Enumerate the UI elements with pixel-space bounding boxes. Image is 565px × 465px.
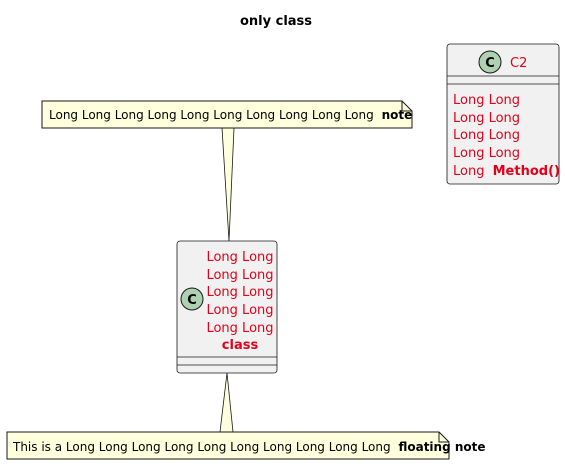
- class-main-name-line: Long Long: [206, 268, 273, 283]
- class-c2-method-bold: Method(): [493, 164, 560, 179]
- class-c2-stereotype-letter: C: [485, 56, 495, 71]
- note-bottom-connector: [219, 372, 234, 433]
- class-main-name-line: Long Long: [206, 250, 273, 265]
- note-bottom-plain: This is a Long Long Long Long Long Long …: [12, 440, 391, 454]
- note-top-connector: [221, 127, 235, 242]
- note-bottom-bold: floating note: [398, 440, 485, 454]
- note-top-plain: Long Long Long Long Long Long Long Long …: [49, 108, 374, 122]
- diagram-title: only class: [240, 14, 312, 29]
- note-bottom-text: This is a Long Long Long Long Long Long …: [12, 440, 486, 454]
- class-c2[interactable]: C C2 Long Long Long Long Long Long Long …: [446, 43, 560, 185]
- note-top-bold: note: [382, 108, 413, 122]
- class-main[interactable]: C Long Long Long Long Long Long Long Lon…: [176, 240, 278, 374]
- class-main-name-bold: class: [222, 338, 259, 353]
- class-c2-method-last: Long Method(): [453, 164, 560, 179]
- class-main-name-line: Long Long: [206, 303, 273, 318]
- note-top[interactable]: Long Long Long Long Long Long Long Long …: [41, 100, 413, 129]
- class-c2-method-line: Long Long: [453, 146, 520, 161]
- class-c2-name: C2: [510, 56, 527, 71]
- note-bottom[interactable]: This is a Long Long Long Long Long Long …: [6, 431, 486, 460]
- class-diagram: only class Long Long Long Long Long Long…: [6, 14, 560, 460]
- class-c2-method-prefix: Long: [453, 164, 484, 179]
- class-main-stereotype-letter: C: [187, 293, 197, 308]
- class-main-name-line: Long Long: [206, 285, 273, 300]
- class-c2-method-line: Long Long: [453, 111, 520, 126]
- class-main-name-line: Long Long: [206, 321, 273, 336]
- note-top-text: Long Long Long Long Long Long Long Long …: [49, 108, 412, 122]
- class-c2-method-line: Long Long: [453, 93, 520, 108]
- class-c2-method-line: Long Long: [453, 128, 520, 143]
